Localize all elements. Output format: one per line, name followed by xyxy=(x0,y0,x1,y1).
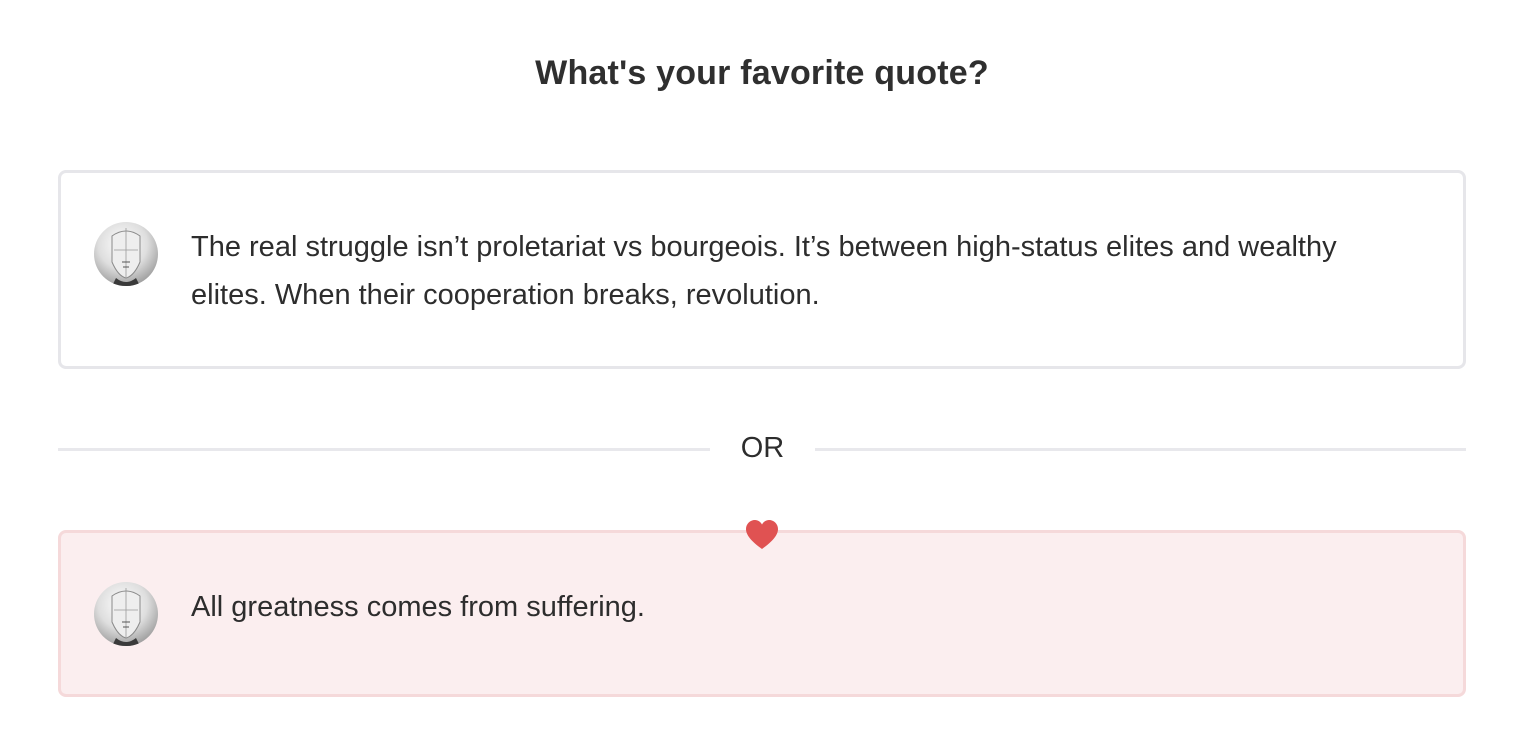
divider-right xyxy=(815,448,1466,451)
divider-left xyxy=(58,448,710,451)
quote-option-2[interactable]: All greatness comes from suffering. xyxy=(58,530,1466,697)
or-separator: OR xyxy=(740,432,785,464)
question-title: What's your favorite quote? xyxy=(535,54,989,92)
sculpture-avatar-icon xyxy=(111,588,141,646)
sculpture-avatar-icon xyxy=(111,228,141,286)
heart-icon xyxy=(746,520,778,549)
quote-option-1[interactable]: The real struggle isn’t proletariat vs b… xyxy=(58,170,1466,369)
quote-text: The real struggle isn’t proletariat vs b… xyxy=(191,231,1337,311)
quote-text: All greatness comes from suffering. xyxy=(191,591,645,623)
avatar xyxy=(94,222,158,286)
avatar xyxy=(94,582,158,646)
